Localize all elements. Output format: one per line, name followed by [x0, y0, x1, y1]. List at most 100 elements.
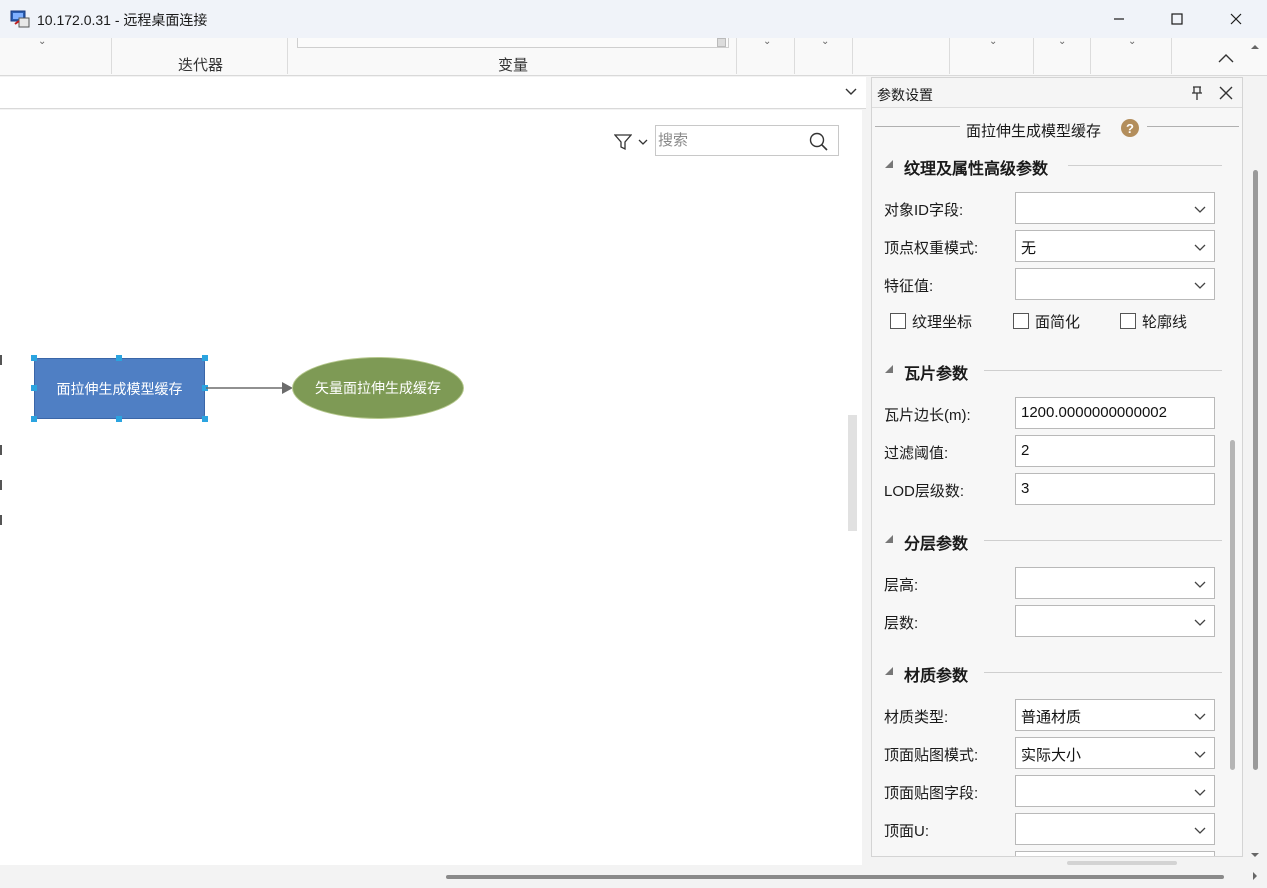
field-label: LOD层级数:	[884, 483, 965, 500]
face-simplify-checkbox[interactable]	[1013, 313, 1029, 329]
field-value: 无	[1021, 240, 1037, 257]
search-input[interactable]	[657, 127, 802, 154]
checkbox-label[interactable]: 面简化	[1035, 311, 1080, 332]
remote-desktop-icon	[10, 10, 30, 28]
flow-node-output[interactable]: 矢量面拉伸生成缓存	[292, 357, 464, 419]
ribbon-divider	[1090, 38, 1091, 74]
section-material[interactable]: 材质参数	[872, 661, 1232, 685]
variable-list-box[interactable]	[297, 38, 729, 48]
model-canvas[interactable]	[0, 110, 862, 865]
texture-coord-checkbox[interactable]	[890, 313, 906, 329]
panel-horizontal-scrollbar[interactable]	[1067, 861, 1177, 865]
top-u-select[interactable]	[1015, 813, 1215, 845]
ribbon: ⌄ ⌄ ⌄ ⌄ ⌄ ⌄ 迭代器 变量	[0, 36, 1267, 76]
minimize-button[interactable]	[1090, 0, 1148, 38]
feature-value-select[interactable]	[1015, 268, 1215, 300]
variable-list-scroll[interactable]	[717, 38, 726, 47]
maximize-button[interactable]	[1148, 0, 1206, 38]
ribbon-chevron-icon[interactable]: ⌄	[1128, 36, 1136, 47]
section-title: 分层参数	[904, 536, 969, 553]
tool-title-row: 面拉伸生成模型缓存 ?	[872, 116, 1242, 140]
next-field-select[interactable]	[1015, 851, 1215, 856]
resize-handle[interactable]	[116, 355, 122, 361]
chevron-down-icon	[1194, 713, 1206, 720]
chevron-down-icon	[1194, 827, 1206, 834]
ribbon-chevron-icon[interactable]: ⌄	[989, 36, 997, 47]
field-label: 顶面贴图模式:	[884, 747, 979, 764]
tile-size-input[interactable]: 1200.0000000000002	[1015, 397, 1215, 429]
chevron-down-icon	[1194, 751, 1206, 758]
collapse-triangle-icon[interactable]	[884, 534, 894, 544]
ribbon-chevron-icon[interactable]: ⌄	[821, 36, 829, 47]
collapse-triangle-icon[interactable]	[884, 159, 894, 169]
field-label: 顶面贴图字段:	[884, 785, 979, 802]
material-type-select[interactable]: 普通材质	[1015, 699, 1215, 731]
field-label: 层数:	[884, 615, 919, 632]
ribbon-divider	[949, 38, 950, 74]
field-label: 顶面U:	[884, 823, 930, 840]
resize-handle[interactable]	[116, 416, 122, 422]
chevron-down-icon[interactable]	[843, 83, 859, 99]
panel-header: 参数设置	[872, 78, 1242, 108]
layer-height-select[interactable]	[1015, 567, 1215, 599]
search-icon[interactable]	[809, 132, 828, 151]
ribbon-group-iterator: 迭代器	[178, 57, 224, 74]
checkbox-label[interactable]: 轮廓线	[1142, 311, 1187, 332]
section-layer[interactable]: 分层参数	[872, 529, 1232, 553]
lod-levels-input[interactable]: 3	[1015, 473, 1215, 505]
panel-scrollbar[interactable]	[1230, 440, 1235, 770]
ribbon-chevron-icon[interactable]: ⌄	[1058, 36, 1066, 47]
window-title: 10.172.0.31 - 远程桌面连接	[37, 12, 208, 28]
window-horizontal-scrollbar[interactable]	[446, 875, 1224, 879]
panel-title: 参数设置	[877, 87, 933, 103]
divider	[984, 540, 1222, 541]
collapse-triangle-icon[interactable]	[884, 666, 894, 676]
field-label: 对象ID字段:	[884, 202, 964, 219]
flow-node-process[interactable]: 面拉伸生成模型缓存	[34, 358, 205, 419]
ribbon-divider	[1033, 38, 1034, 74]
resize-handle[interactable]	[202, 416, 208, 422]
checkbox-row: 纹理坐标 面简化 轮廓线	[872, 310, 1232, 332]
checkbox-label[interactable]: 纹理坐标	[912, 311, 972, 332]
filter-icon[interactable]	[614, 133, 632, 151]
section-texture[interactable]: 纹理及属性高级参数	[872, 154, 1232, 178]
section-title: 材质参数	[904, 668, 969, 685]
field-value: 实际大小	[1021, 747, 1082, 764]
collapse-ribbon-icon[interactable]	[1216, 50, 1236, 66]
filter-dropdown-icon[interactable]	[637, 136, 649, 148]
divider	[984, 672, 1222, 673]
collapse-triangle-icon[interactable]	[884, 364, 894, 374]
scroll-up-icon[interactable]	[1250, 42, 1260, 52]
field-label: 瓦片边长(m):	[884, 407, 971, 424]
chevron-down-icon	[1194, 789, 1206, 796]
field-label: 材质类型:	[884, 709, 949, 726]
field-label: 层高:	[884, 577, 919, 594]
scroll-down-icon[interactable]	[1250, 850, 1260, 860]
edge-marker	[0, 445, 2, 455]
top-texture-mode-select[interactable]: 实际大小	[1015, 737, 1215, 769]
close-window-button[interactable]	[1207, 0, 1265, 38]
divider	[1068, 165, 1222, 166]
help-icon[interactable]: ?	[1121, 119, 1139, 137]
resize-handle[interactable]	[31, 416, 37, 422]
resize-handle[interactable]	[202, 355, 208, 361]
search-box[interactable]	[655, 125, 839, 156]
object-id-field-select[interactable]	[1015, 192, 1215, 224]
top-texture-field-select[interactable]	[1015, 775, 1215, 807]
canvas-scrollbar[interactable]	[848, 415, 857, 531]
window-vertical-scrollbar[interactable]	[1253, 170, 1258, 770]
flow-connector-arrow[interactable]	[205, 376, 295, 400]
close-icon[interactable]	[1218, 85, 1234, 101]
scroll-right-icon[interactable]	[1250, 871, 1260, 881]
chevron-down-icon	[1194, 206, 1206, 213]
ribbon-chevron-icon[interactable]: ⌄	[763, 36, 771, 47]
filter-threshold-input[interactable]: 2	[1015, 435, 1215, 467]
outline-checkbox[interactable]	[1120, 313, 1136, 329]
resize-handle[interactable]	[31, 385, 37, 391]
resize-handle[interactable]	[31, 355, 37, 361]
section-tile[interactable]: 瓦片参数	[872, 359, 1232, 383]
pin-icon[interactable]	[1189, 85, 1205, 101]
vertex-weight-mode-select[interactable]: 无	[1015, 230, 1215, 262]
layer-count-select[interactable]	[1015, 605, 1215, 637]
ribbon-chevron-icon[interactable]: ⌄	[38, 36, 46, 47]
